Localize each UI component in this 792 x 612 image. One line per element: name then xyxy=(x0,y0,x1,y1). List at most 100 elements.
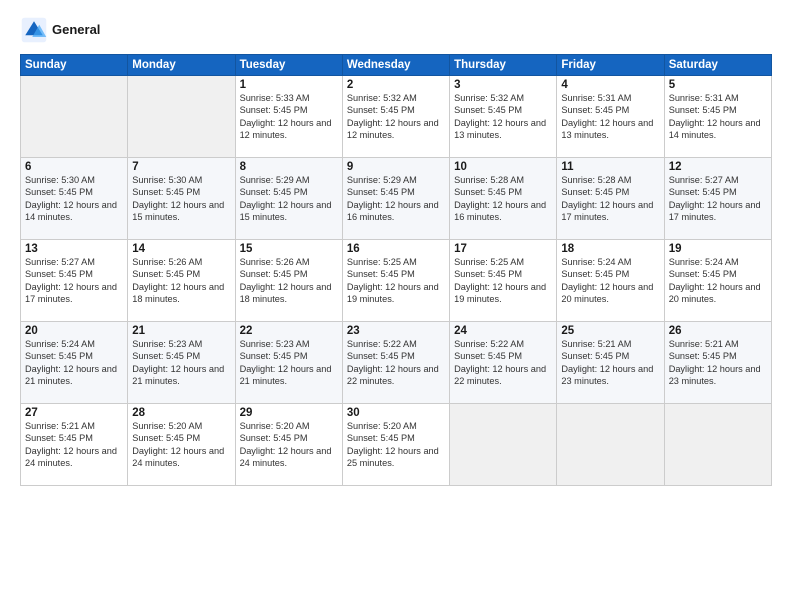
calendar-cell: 11Sunrise: 5:28 AM Sunset: 5:45 PM Dayli… xyxy=(557,158,664,240)
day-number: 8 xyxy=(240,161,338,173)
day-number: 17 xyxy=(454,243,552,255)
day-number: 2 xyxy=(347,79,445,91)
day-info: Sunrise: 5:29 AM Sunset: 5:45 PM Dayligh… xyxy=(347,174,445,224)
calendar-cell xyxy=(128,76,235,158)
day-info: Sunrise: 5:23 AM Sunset: 5:45 PM Dayligh… xyxy=(132,338,230,388)
day-number: 23 xyxy=(347,325,445,337)
day-info: Sunrise: 5:27 AM Sunset: 5:45 PM Dayligh… xyxy=(25,256,123,306)
day-number: 3 xyxy=(454,79,552,91)
day-info: Sunrise: 5:23 AM Sunset: 5:45 PM Dayligh… xyxy=(240,338,338,388)
day-info: Sunrise: 5:24 AM Sunset: 5:45 PM Dayligh… xyxy=(669,256,767,306)
weekday-header-wednesday: Wednesday xyxy=(342,55,449,76)
day-info: Sunrise: 5:24 AM Sunset: 5:45 PM Dayligh… xyxy=(561,256,659,306)
calendar-cell: 21Sunrise: 5:23 AM Sunset: 5:45 PM Dayli… xyxy=(128,322,235,404)
calendar-cell: 19Sunrise: 5:24 AM Sunset: 5:45 PM Dayli… xyxy=(664,240,771,322)
day-info: Sunrise: 5:31 AM Sunset: 5:45 PM Dayligh… xyxy=(669,92,767,142)
header: General xyxy=(20,16,772,44)
day-info: Sunrise: 5:30 AM Sunset: 5:45 PM Dayligh… xyxy=(25,174,123,224)
calendar-cell: 4Sunrise: 5:31 AM Sunset: 5:45 PM Daylig… xyxy=(557,76,664,158)
calendar-cell: 7Sunrise: 5:30 AM Sunset: 5:45 PM Daylig… xyxy=(128,158,235,240)
calendar-cell: 29Sunrise: 5:20 AM Sunset: 5:45 PM Dayli… xyxy=(235,404,342,486)
week-row-3: 20Sunrise: 5:24 AM Sunset: 5:45 PM Dayli… xyxy=(21,322,772,404)
day-number: 21 xyxy=(132,325,230,337)
day-number: 13 xyxy=(25,243,123,255)
calendar-cell: 25Sunrise: 5:21 AM Sunset: 5:45 PM Dayli… xyxy=(557,322,664,404)
week-row-4: 27Sunrise: 5:21 AM Sunset: 5:45 PM Dayli… xyxy=(21,404,772,486)
calendar-header: SundayMondayTuesdayWednesdayThursdayFrid… xyxy=(21,55,772,76)
day-number: 10 xyxy=(454,161,552,173)
day-number: 16 xyxy=(347,243,445,255)
calendar-cell: 6Sunrise: 5:30 AM Sunset: 5:45 PM Daylig… xyxy=(21,158,128,240)
day-info: Sunrise: 5:29 AM Sunset: 5:45 PM Dayligh… xyxy=(240,174,338,224)
calendar-cell: 22Sunrise: 5:23 AM Sunset: 5:45 PM Dayli… xyxy=(235,322,342,404)
calendar-cell: 30Sunrise: 5:20 AM Sunset: 5:45 PM Dayli… xyxy=(342,404,449,486)
day-number: 12 xyxy=(669,161,767,173)
day-number: 30 xyxy=(347,407,445,419)
day-info: Sunrise: 5:25 AM Sunset: 5:45 PM Dayligh… xyxy=(454,256,552,306)
day-number: 9 xyxy=(347,161,445,173)
logo: General xyxy=(20,16,100,44)
day-info: Sunrise: 5:20 AM Sunset: 5:45 PM Dayligh… xyxy=(347,420,445,470)
calendar-cell: 20Sunrise: 5:24 AM Sunset: 5:45 PM Dayli… xyxy=(21,322,128,404)
day-info: Sunrise: 5:25 AM Sunset: 5:45 PM Dayligh… xyxy=(347,256,445,306)
calendar-cell: 24Sunrise: 5:22 AM Sunset: 5:45 PM Dayli… xyxy=(450,322,557,404)
weekday-header-monday: Monday xyxy=(128,55,235,76)
calendar-cell: 8Sunrise: 5:29 AM Sunset: 5:45 PM Daylig… xyxy=(235,158,342,240)
day-info: Sunrise: 5:22 AM Sunset: 5:45 PM Dayligh… xyxy=(454,338,552,388)
calendar-cell xyxy=(557,404,664,486)
day-info: Sunrise: 5:32 AM Sunset: 5:45 PM Dayligh… xyxy=(454,92,552,142)
day-number: 24 xyxy=(454,325,552,337)
calendar-cell xyxy=(21,76,128,158)
calendar-body: 1Sunrise: 5:33 AM Sunset: 5:45 PM Daylig… xyxy=(21,76,772,486)
page: General SundayMondayTuesdayWednesdayThur… xyxy=(0,0,792,612)
calendar-cell: 18Sunrise: 5:24 AM Sunset: 5:45 PM Dayli… xyxy=(557,240,664,322)
day-number: 29 xyxy=(240,407,338,419)
day-number: 28 xyxy=(132,407,230,419)
day-number: 5 xyxy=(669,79,767,91)
calendar-cell: 10Sunrise: 5:28 AM Sunset: 5:45 PM Dayli… xyxy=(450,158,557,240)
calendar-cell: 26Sunrise: 5:21 AM Sunset: 5:45 PM Dayli… xyxy=(664,322,771,404)
day-number: 20 xyxy=(25,325,123,337)
day-info: Sunrise: 5:32 AM Sunset: 5:45 PM Dayligh… xyxy=(347,92,445,142)
calendar-cell: 23Sunrise: 5:22 AM Sunset: 5:45 PM Dayli… xyxy=(342,322,449,404)
day-info: Sunrise: 5:20 AM Sunset: 5:45 PM Dayligh… xyxy=(132,420,230,470)
calendar-cell: 3Sunrise: 5:32 AM Sunset: 5:45 PM Daylig… xyxy=(450,76,557,158)
week-row-1: 6Sunrise: 5:30 AM Sunset: 5:45 PM Daylig… xyxy=(21,158,772,240)
calendar-cell xyxy=(450,404,557,486)
day-info: Sunrise: 5:30 AM Sunset: 5:45 PM Dayligh… xyxy=(132,174,230,224)
calendar-cell: 16Sunrise: 5:25 AM Sunset: 5:45 PM Dayli… xyxy=(342,240,449,322)
day-number: 6 xyxy=(25,161,123,173)
day-info: Sunrise: 5:26 AM Sunset: 5:45 PM Dayligh… xyxy=(240,256,338,306)
calendar-cell: 15Sunrise: 5:26 AM Sunset: 5:45 PM Dayli… xyxy=(235,240,342,322)
day-info: Sunrise: 5:33 AM Sunset: 5:45 PM Dayligh… xyxy=(240,92,338,142)
calendar-cell: 2Sunrise: 5:32 AM Sunset: 5:45 PM Daylig… xyxy=(342,76,449,158)
day-info: Sunrise: 5:26 AM Sunset: 5:45 PM Dayligh… xyxy=(132,256,230,306)
day-info: Sunrise: 5:31 AM Sunset: 5:45 PM Dayligh… xyxy=(561,92,659,142)
weekday-header-thursday: Thursday xyxy=(450,55,557,76)
day-number: 19 xyxy=(669,243,767,255)
calendar-cell: 28Sunrise: 5:20 AM Sunset: 5:45 PM Dayli… xyxy=(128,404,235,486)
calendar-cell: 14Sunrise: 5:26 AM Sunset: 5:45 PM Dayli… xyxy=(128,240,235,322)
day-info: Sunrise: 5:28 AM Sunset: 5:45 PM Dayligh… xyxy=(454,174,552,224)
weekday-header-sunday: Sunday xyxy=(21,55,128,76)
day-number: 25 xyxy=(561,325,659,337)
day-number: 7 xyxy=(132,161,230,173)
calendar-cell: 1Sunrise: 5:33 AM Sunset: 5:45 PM Daylig… xyxy=(235,76,342,158)
calendar-cell: 5Sunrise: 5:31 AM Sunset: 5:45 PM Daylig… xyxy=(664,76,771,158)
day-info: Sunrise: 5:22 AM Sunset: 5:45 PM Dayligh… xyxy=(347,338,445,388)
calendar-cell: 12Sunrise: 5:27 AM Sunset: 5:45 PM Dayli… xyxy=(664,158,771,240)
day-number: 14 xyxy=(132,243,230,255)
logo-text: General xyxy=(52,22,100,38)
day-number: 4 xyxy=(561,79,659,91)
day-number: 11 xyxy=(561,161,659,173)
calendar-cell: 27Sunrise: 5:21 AM Sunset: 5:45 PM Dayli… xyxy=(21,404,128,486)
calendar-cell xyxy=(664,404,771,486)
day-info: Sunrise: 5:20 AM Sunset: 5:45 PM Dayligh… xyxy=(240,420,338,470)
day-number: 1 xyxy=(240,79,338,91)
day-number: 27 xyxy=(25,407,123,419)
day-info: Sunrise: 5:21 AM Sunset: 5:45 PM Dayligh… xyxy=(561,338,659,388)
calendar: SundayMondayTuesdayWednesdayThursdayFrid… xyxy=(20,54,772,486)
day-info: Sunrise: 5:27 AM Sunset: 5:45 PM Dayligh… xyxy=(669,174,767,224)
week-row-2: 13Sunrise: 5:27 AM Sunset: 5:45 PM Dayli… xyxy=(21,240,772,322)
weekday-header-tuesday: Tuesday xyxy=(235,55,342,76)
